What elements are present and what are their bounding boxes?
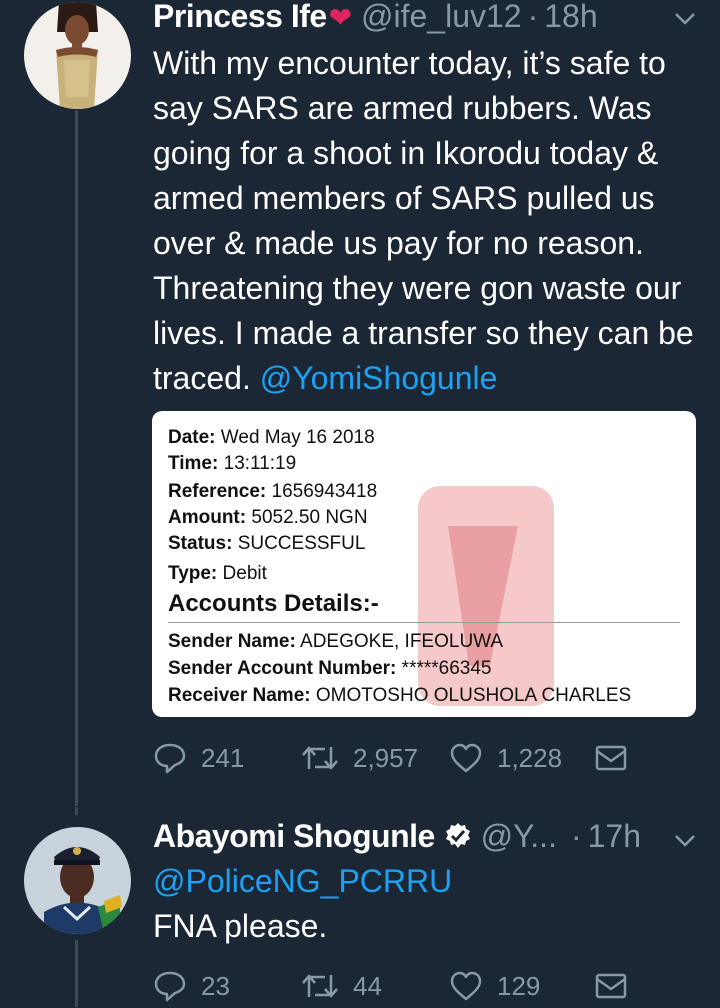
heart-emoji-icon: ❤ — [328, 2, 353, 33]
retweet-count: 44 — [353, 970, 382, 1001]
retweet-icon — [301, 743, 339, 773]
receipt-type: Type: Debit — [168, 563, 267, 584]
receipt-status: Status: SUCCESSFUL — [168, 533, 366, 554]
tweet-divider — [0, 806, 720, 807]
share-icon — [595, 971, 627, 1001]
receipt-section-title: Accounts Details:- — [168, 590, 379, 617]
reply-count: 23 — [201, 970, 230, 1001]
tweet-body-text: With my encounter today, it’s safe to sa… — [153, 45, 694, 396]
chevron-down-icon[interactable] — [674, 6, 696, 32]
reply-icon — [153, 742, 187, 774]
chevron-down-icon[interactable] — [674, 828, 696, 854]
receipt-image[interactable]: Date: Wed May 16 2018 Time: 13:11:19 Ref… — [152, 411, 696, 717]
receipt-date: Date: Wed May 16 2018 — [168, 427, 375, 448]
tweet-header: Princess Ife❤ @ife_luv12 · 18h — [153, 0, 598, 36]
receipt-amount: Amount: 5052.50 NGN — [168, 507, 368, 528]
thread-line-bottom — [75, 940, 78, 1007]
reply-button[interactable]: 23 — [153, 964, 230, 1008]
receipt-sender-account: Sender Account Number: *****66345 — [168, 658, 492, 679]
receipt-reference: Reference: 1656943418 — [168, 481, 378, 502]
tweet-header: Abayomi Shogunle @Y... · 17h — [153, 818, 641, 857]
reply-count: 241 — [201, 742, 245, 773]
display-name[interactable]: Abayomi Shogunle — [153, 818, 435, 854]
tweet-actions: 241 2,957 1,228 — [153, 736, 673, 780]
reply-button[interactable]: 241 — [153, 736, 244, 780]
separator-dot: · — [570, 818, 582, 854]
retweet-icon — [301, 971, 339, 1001]
timestamp[interactable]: 17h — [588, 818, 641, 854]
retweet-button[interactable]: 2,957 — [301, 736, 418, 780]
heart-icon — [449, 743, 483, 773]
like-button[interactable]: 1,228 — [449, 736, 562, 780]
mention-link[interactable]: @YomiShogunle — [260, 360, 498, 396]
avatar[interactable] — [24, 2, 131, 109]
tweet-text: @PoliceNG_PCRRU FNA please. — [153, 859, 713, 949]
avatar[interactable] — [24, 827, 131, 934]
tweet-body-text: FNA please. — [153, 908, 328, 944]
verified-badge-icon — [444, 821, 472, 857]
tweet-actions: 23 44 129 — [153, 964, 673, 1008]
like-count: 129 — [497, 970, 541, 1001]
like-button[interactable]: 129 — [449, 964, 540, 1008]
separator-dot: · — [527, 0, 539, 34]
receipt-sender-name: Sender Name: ADEGOKE, IFEOLUWA — [168, 631, 504, 652]
mention-link[interactable]: @PoliceNG_PCRRU — [153, 859, 713, 904]
share-icon — [595, 743, 627, 773]
tweet-text: With my encounter today, it’s safe to sa… — [153, 41, 713, 401]
thread-line-top — [75, 110, 78, 815]
retweet-count: 2,957 — [353, 742, 419, 773]
receipt-time: Time: 13:11:19 — [168, 453, 297, 474]
retweet-button[interactable]: 44 — [301, 964, 382, 1008]
reply-icon — [153, 970, 187, 1002]
receipt-divider — [168, 622, 680, 623]
user-handle[interactable]: @Y... — [481, 818, 557, 854]
share-button[interactable] — [595, 736, 627, 780]
display-name[interactable]: Princess Ife — [153, 0, 327, 34]
timestamp[interactable]: 18h — [544, 0, 597, 34]
receipt-receiver-name: Receiver Name: OMOTOSHO OLUSHOLA CHARLES — [168, 685, 632, 706]
like-count: 1,228 — [497, 742, 563, 773]
user-handle[interactable]: @ife_luv12 — [361, 0, 522, 34]
heart-icon — [449, 971, 483, 1001]
share-button[interactable] — [595, 964, 627, 1008]
